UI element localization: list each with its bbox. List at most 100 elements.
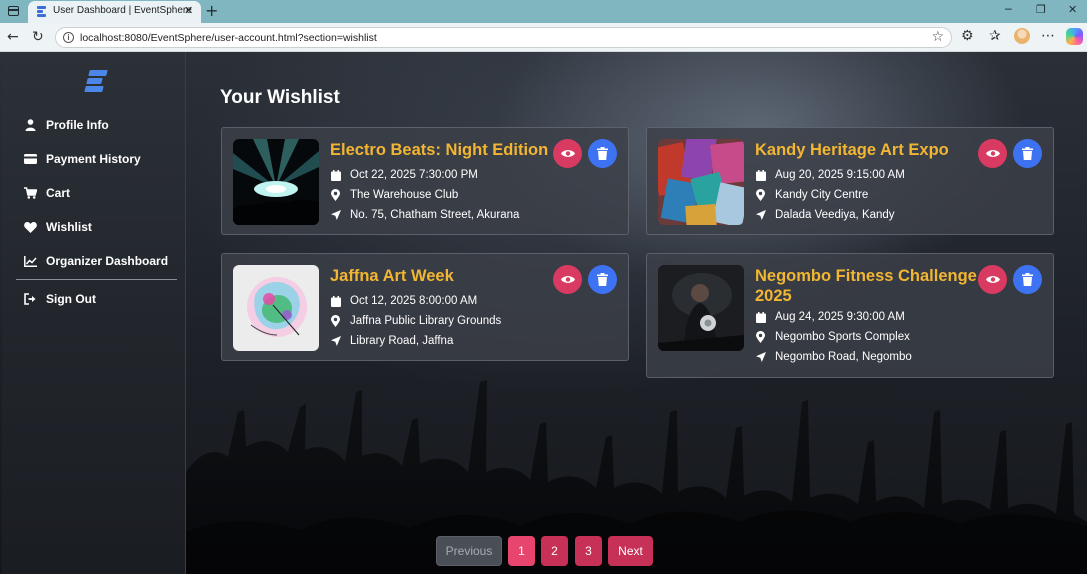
eye-icon bbox=[560, 150, 575, 157]
location-arrow-icon bbox=[330, 336, 341, 347]
wishlist-card: Negombo Fitness Challenge 2025 Aug 24, 2… bbox=[646, 253, 1054, 378]
sidebar-item-label: Payment History bbox=[46, 152, 141, 166]
sidebar-item-label: Wishlist bbox=[46, 220, 92, 234]
view-event-button[interactable] bbox=[553, 265, 582, 294]
abstract-art-image bbox=[233, 265, 319, 351]
event-name: Electro Beats: Night Edition bbox=[330, 141, 549, 159]
more-icon[interactable]: ⋯ bbox=[1041, 28, 1055, 44]
eye-icon bbox=[985, 276, 1000, 283]
event-venue-text: Kandy City Centre bbox=[775, 189, 869, 201]
event-address-text: Library Road, Jaffna bbox=[350, 335, 454, 347]
location-arrow-icon bbox=[755, 210, 766, 221]
event-address: No. 75, Chatham Street, Akurana bbox=[330, 209, 519, 221]
sign-out-icon bbox=[24, 293, 37, 306]
calendar-icon bbox=[330, 169, 341, 181]
new-tab-button[interactable]: + bbox=[205, 1, 218, 20]
eye-icon bbox=[560, 276, 575, 283]
event-venue: Negombo Sports Complex bbox=[755, 331, 910, 343]
event-venue-text: Negombo Sports Complex bbox=[775, 331, 910, 343]
sidebar-item-label: Cart bbox=[46, 186, 71, 200]
calendar-icon bbox=[755, 311, 766, 323]
event-name: Kandy Heritage Art Expo bbox=[755, 141, 949, 159]
address-bar: ← ↻ i localhost:8080/EventSphere/user-ac… bbox=[0, 23, 1087, 52]
event-datetime: Oct 12, 2025 8:00:00 AM bbox=[330, 295, 477, 307]
event-venue: The Warehouse Club bbox=[330, 189, 458, 201]
location-arrow-icon bbox=[330, 210, 341, 221]
event-datetime: Oct 22, 2025 7:30:00 PM bbox=[330, 169, 478, 181]
page-body: Profile Info Payment History Cart Wishli… bbox=[0, 52, 1087, 574]
event-venue-text: Jaffna Public Library Grounds bbox=[350, 315, 502, 327]
sidebar-item-label: Organizer Dashboard bbox=[46, 254, 169, 268]
favicon-icon bbox=[37, 6, 46, 17]
trash-icon bbox=[597, 273, 608, 286]
sidebar-divider bbox=[16, 279, 177, 280]
wishlist-card: Kandy Heritage Art Expo Aug 20, 2025 9:1… bbox=[646, 127, 1054, 235]
next-page-button[interactable]: Next bbox=[608, 536, 653, 566]
sidebar-item-sign-out[interactable]: Sign Out bbox=[24, 289, 96, 309]
chart-line-icon bbox=[24, 255, 37, 268]
sidebar-item-payment-history[interactable]: Payment History bbox=[24, 149, 141, 169]
copilot-icon[interactable] bbox=[1066, 28, 1083, 45]
browser-tab[interactable]: User Dashboard | EventSphere ✕ bbox=[28, 1, 201, 23]
page-1-button[interactable]: 1 bbox=[508, 536, 535, 566]
previous-page-button[interactable]: Previous bbox=[436, 536, 502, 566]
eye-icon bbox=[985, 150, 1000, 157]
extensions-icon[interactable]: ⚙ bbox=[961, 28, 974, 44]
event-name: Jaffna Art Week bbox=[330, 267, 454, 285]
sidebar-toggle-icon[interactable] bbox=[6, 3, 22, 19]
heart-icon bbox=[24, 221, 37, 234]
calendar-icon bbox=[330, 295, 341, 307]
boxer-image bbox=[658, 265, 744, 351]
info-icon[interactable]: i bbox=[63, 32, 74, 43]
remove-from-wishlist-button[interactable] bbox=[588, 265, 617, 294]
page-title: Your Wishlist bbox=[220, 87, 340, 108]
sidebar-item-wishlist[interactable]: Wishlist bbox=[24, 217, 92, 237]
eventsphere-logo bbox=[83, 68, 109, 94]
page-3-button[interactable]: 3 bbox=[575, 536, 602, 566]
close-window-icon[interactable]: ✕ bbox=[1068, 3, 1077, 16]
credit-card-icon bbox=[24, 153, 37, 166]
close-tab-icon[interactable]: ✕ bbox=[184, 4, 193, 17]
view-event-button[interactable] bbox=[978, 265, 1007, 294]
event-address-text: No. 75, Chatham Street, Akurana bbox=[350, 209, 520, 221]
wishlist-card: Electro Beats: Night Edition Oct 22, 202… bbox=[221, 127, 629, 235]
sidebar: Profile Info Payment History Cart Wishli… bbox=[2, 52, 186, 574]
page-2-button[interactable]: 2 bbox=[541, 536, 568, 566]
star-icon[interactable]: ☆ bbox=[931, 29, 944, 45]
sidebar-item-cart[interactable]: Cart bbox=[24, 183, 70, 203]
event-datetime: Aug 20, 2025 9:15:00 AM bbox=[755, 169, 905, 181]
calendar-icon bbox=[755, 169, 766, 181]
wishlist-card: Jaffna Art Week Oct 12, 2025 8:00:00 AM … bbox=[221, 253, 629, 361]
event-address-text: Dalada Veediya, Kandy bbox=[775, 209, 895, 221]
restore-icon[interactable]: ❐ bbox=[1036, 3, 1046, 16]
remove-from-wishlist-button[interactable] bbox=[1013, 139, 1042, 168]
map-pin-icon bbox=[755, 331, 766, 343]
back-icon[interactable]: ← bbox=[7, 29, 19, 45]
map-pin-icon bbox=[755, 189, 766, 201]
minimize-icon[interactable]: ─ bbox=[1005, 3, 1012, 16]
cart-icon bbox=[24, 187, 37, 200]
trash-icon bbox=[597, 147, 608, 160]
view-event-button[interactable] bbox=[978, 139, 1007, 168]
trash-icon bbox=[1022, 147, 1033, 160]
sidebar-item-label: Profile Info bbox=[46, 118, 109, 132]
sidebar-item-organizer-dashboard[interactable]: Organizer Dashboard bbox=[24, 251, 168, 271]
url-field[interactable]: i localhost:8080/EventSphere/user-accoun… bbox=[55, 27, 952, 48]
event-address-text: Negombo Road, Negombo bbox=[775, 351, 912, 363]
location-arrow-icon bbox=[755, 352, 766, 363]
profile-avatar[interactable] bbox=[1014, 28, 1030, 44]
event-datetime-text: Oct 22, 2025 7:30:00 PM bbox=[350, 169, 478, 181]
event-datetime-text: Oct 12, 2025 8:00:00 AM bbox=[350, 295, 478, 307]
remove-from-wishlist-button[interactable] bbox=[1013, 265, 1042, 294]
view-event-button[interactable] bbox=[553, 139, 582, 168]
browser-tab-bar: User Dashboard | EventSphere ✕ + ─ ❐ ✕ bbox=[0, 0, 1087, 23]
event-address: Negombo Road, Negombo bbox=[755, 351, 912, 363]
event-datetime-text: Aug 20, 2025 9:15:00 AM bbox=[775, 169, 905, 181]
map-pin-icon bbox=[330, 189, 341, 201]
remove-from-wishlist-button[interactable] bbox=[588, 139, 617, 168]
url-text[interactable]: localhost:8080/EventSphere/user-account.… bbox=[80, 32, 377, 44]
sidebar-item-label: Sign Out bbox=[46, 292, 96, 306]
favorites-icon[interactable]: ✰ bbox=[989, 28, 1001, 44]
sidebar-item-profile-info[interactable]: Profile Info bbox=[24, 115, 109, 135]
reload-icon[interactable]: ↻ bbox=[32, 29, 44, 45]
